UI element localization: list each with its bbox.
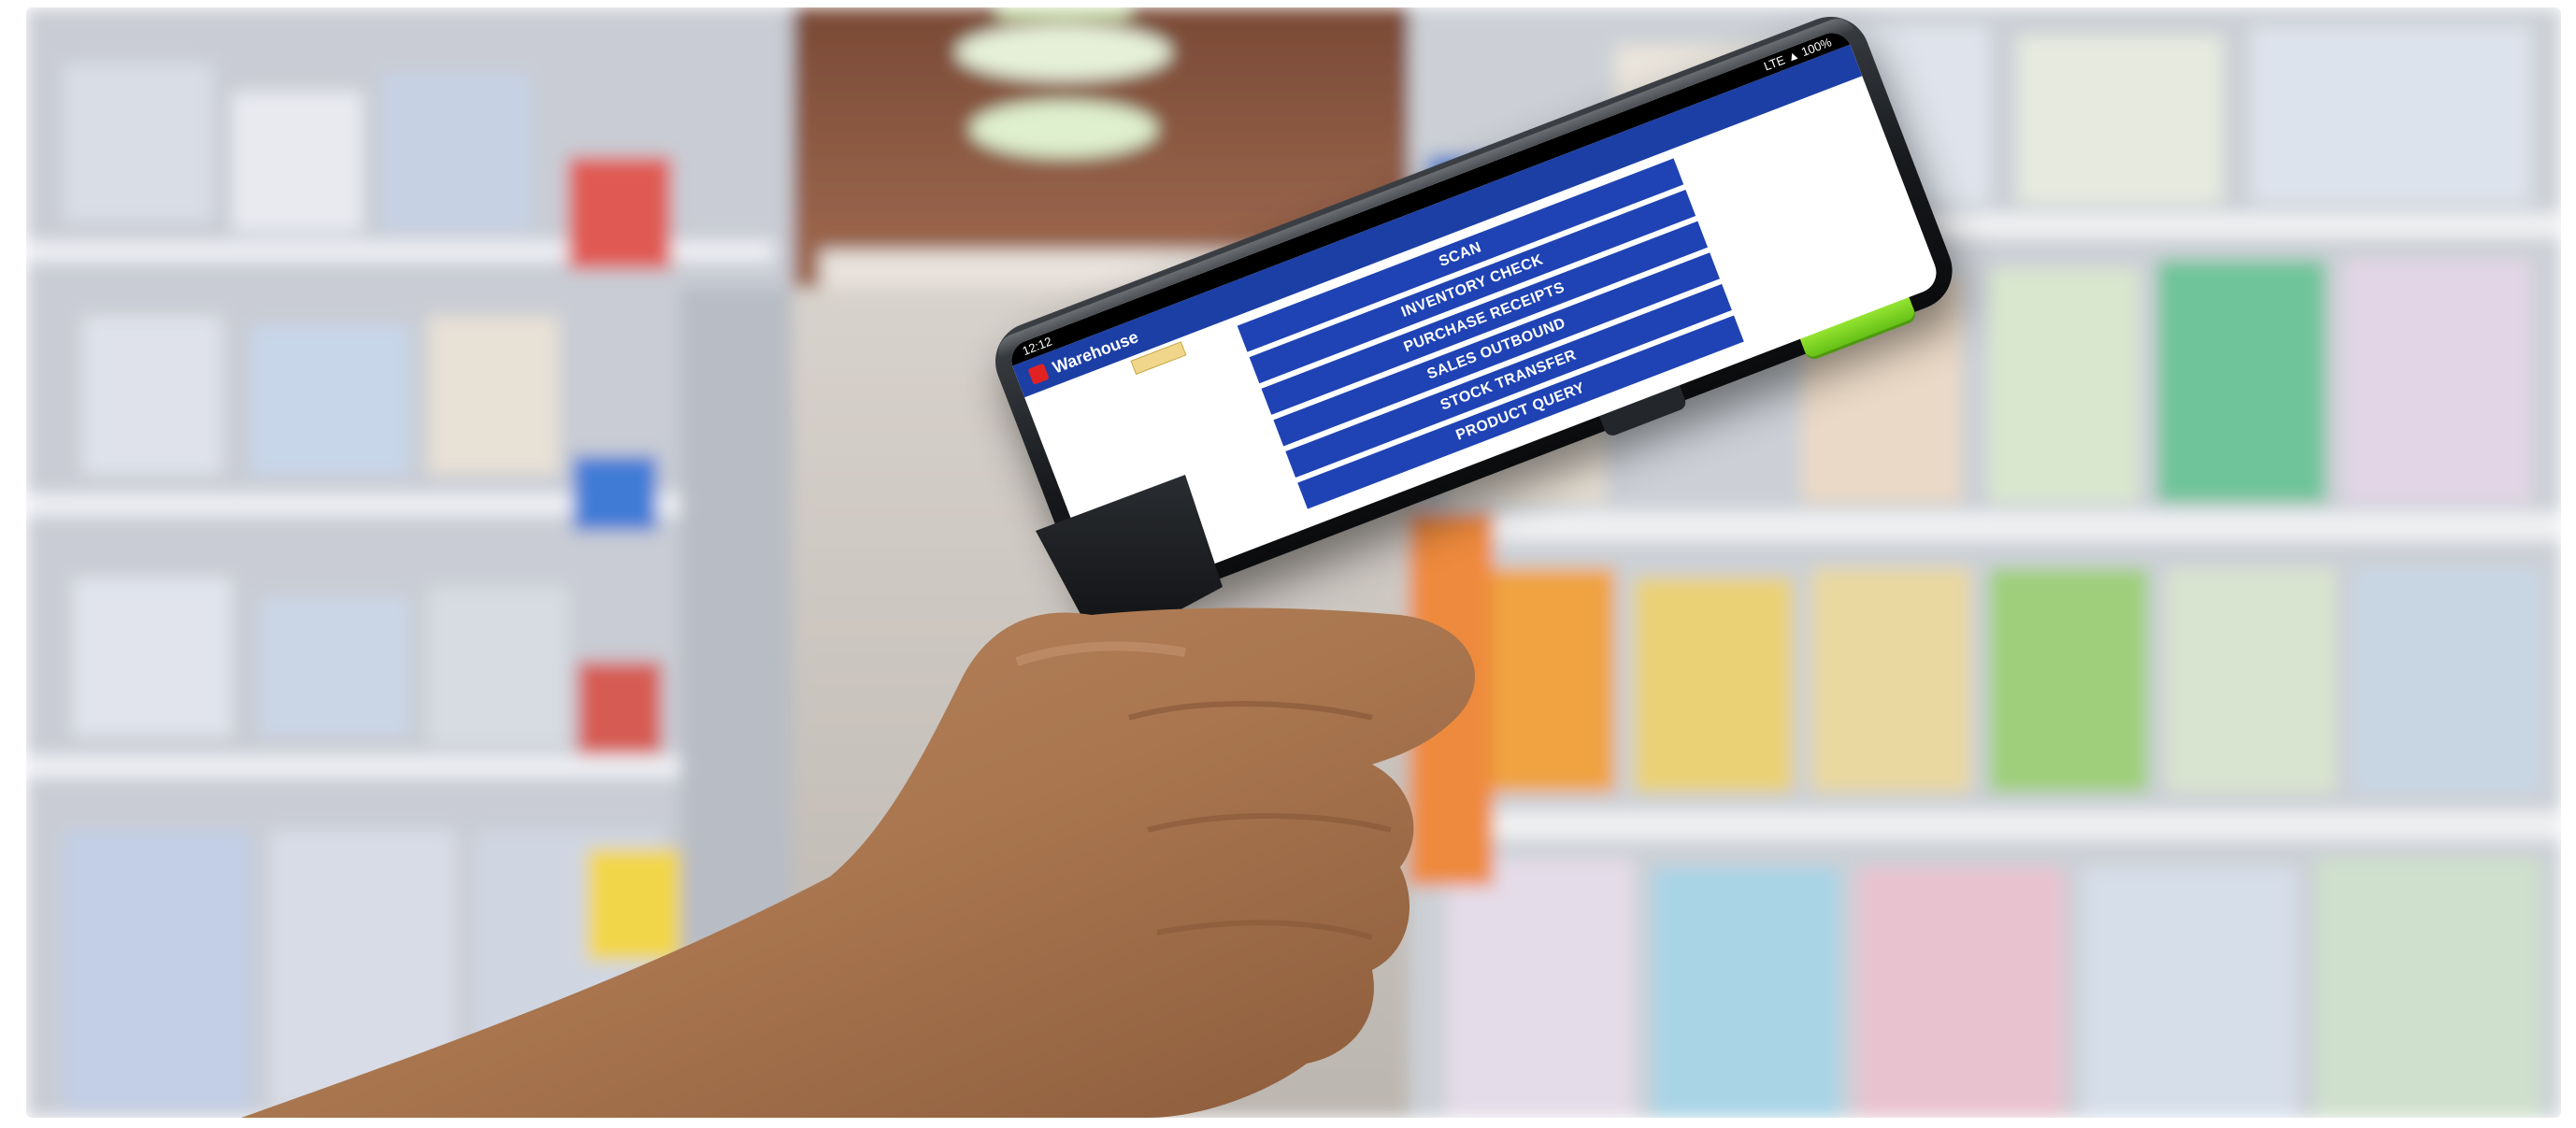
- photo-frame: 12:12 LTE ▲ 100% Warehouse SCAN INVENTOR…: [26, 7, 2561, 1118]
- app-logo-icon: [1027, 363, 1050, 385]
- store-aisle-background: [26, 7, 2561, 1118]
